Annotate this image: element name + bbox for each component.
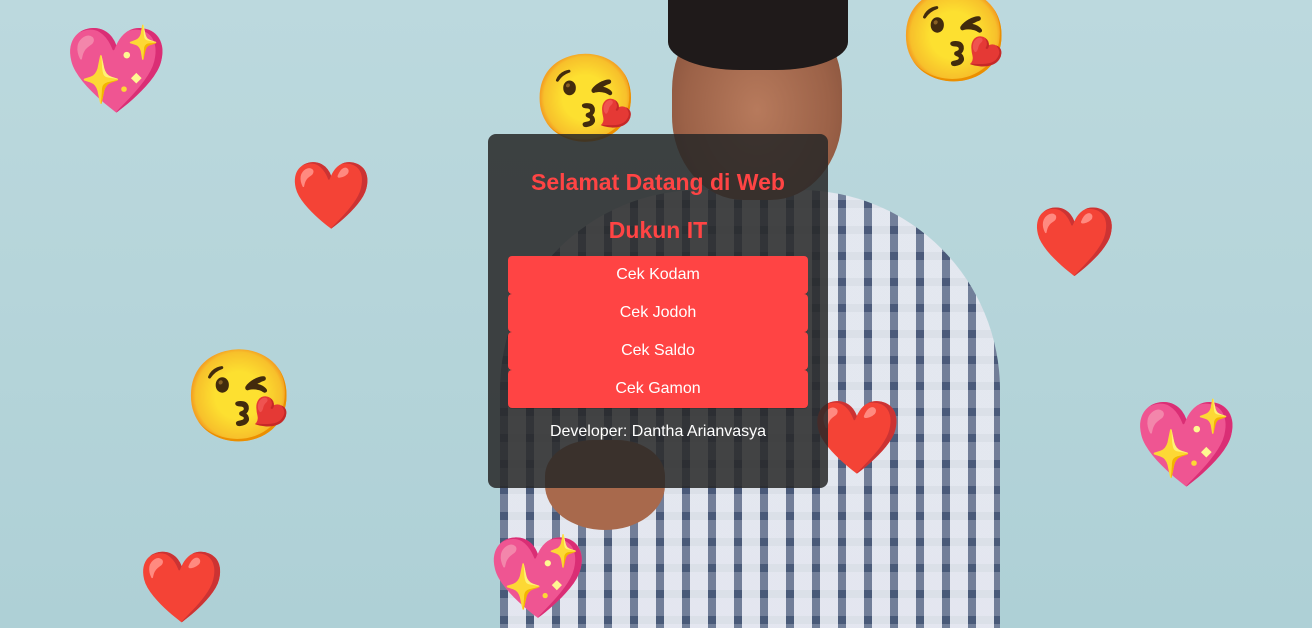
kiss-face-icon: 😘 <box>183 347 296 447</box>
cek-saldo-button[interactable]: Cek Saldo <box>508 332 808 370</box>
developer-credit: Developer: Dantha Arianvasya <box>549 423 767 440</box>
sparkling-heart-icon: 💖 <box>1134 397 1239 491</box>
red-heart-icon: ❤️ <box>290 158 373 232</box>
red-heart-icon: ❤️ <box>1032 204 1117 280</box>
red-heart-icon: ❤️ <box>138 548 226 626</box>
cek-gamon-button[interactable]: Cek Gamon <box>508 370 808 408</box>
page-title: Selamat Datang di Web Dukun IT <box>531 169 785 243</box>
kiss-face-icon: 😘 <box>898 0 1011 87</box>
sparkling-heart-icon: 💖 <box>64 23 169 117</box>
person-hair <box>668 0 848 70</box>
cek-kodam-button[interactable]: Cek Kodam <box>508 256 808 294</box>
welcome-panel: Selamat Datang di Web Dukun IT Cek Kodam… <box>488 134 828 488</box>
sparkling-heart-icon: 💖 <box>488 533 588 622</box>
kiss-face-icon: 😘 <box>532 51 640 147</box>
cek-jodoh-button[interactable]: Cek Jodoh <box>508 294 808 332</box>
menu-list: Cek Kodam Cek Jodoh Cek Saldo Cek Gamon <box>508 256 808 408</box>
